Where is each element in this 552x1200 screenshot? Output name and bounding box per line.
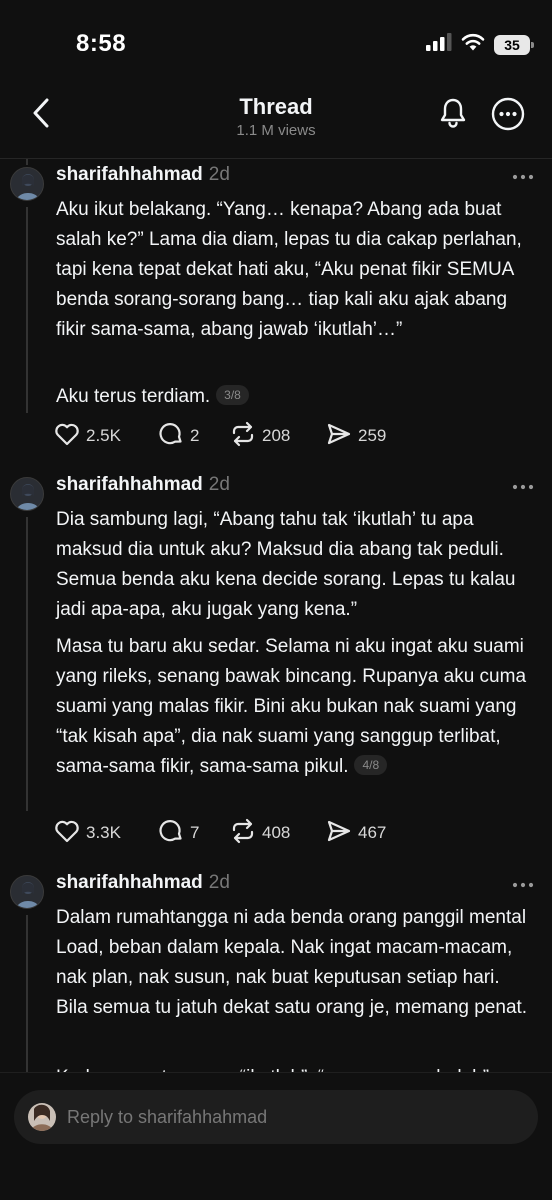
more-circle-icon [491,97,525,136]
more-dots-icon [512,882,534,888]
thread-options-button[interactable] [490,97,526,136]
share-count: 467 [358,823,387,842]
wifi-icon [461,33,485,56]
post-actions: 2.5K 2 208 259 [54,421,494,451]
like-button[interactable]: 2.5K [54,421,121,451]
post-text: Aku ikut belakang. “Yang… kenapa? Abang … [56,199,522,340]
post-author[interactable]: sharifahhahmad 2d [56,164,230,186]
status-icons: 35 [426,33,534,56]
thread-post: sharifahhahmad 2d Dalam rumahtangga ni ad… [0,867,552,1072]
reply-count: 2 [190,426,200,445]
reply-button[interactable]: 7 [158,818,199,848]
comment-icon [158,818,184,849]
avatar[interactable] [10,477,44,511]
thread-post: sharifahhahmad 2d Dia sambung lagi, “Aban… [0,469,552,867]
username[interactable]: sharifahhahmad [56,164,203,185]
share-count: 259 [358,426,387,445]
thread-feed[interactable]: sharifahhahmad 2d Aku ikut belakang. “Yan… [0,159,552,1072]
cellular-signal-icon [426,33,452,56]
status-bar: 8:58 35 [0,0,552,84]
avatar[interactable] [10,875,44,909]
thread-post: sharifahhahmad 2d Aku ikut belakang. “Yan… [0,159,552,469]
send-icon [326,422,352,451]
battery-icon: 35 [494,34,534,55]
post-text-last: Masa tu baru aku sedar. Selama ni aku in… [56,632,536,782]
thread-connector-line [26,207,28,413]
reply-bar: Reply to sharifahhahmad [0,1072,552,1200]
like-count: 3.3K [86,823,121,842]
heart-icon [54,819,80,848]
like-count: 2.5K [86,426,121,445]
repost-icon [230,818,256,849]
comment-icon [158,421,184,452]
post-text: Masa tu baru aku sedar. Selama ni aku in… [56,636,527,777]
bell-icon [438,97,468,134]
reply-placeholder: Reply to sharifahhahmad [67,1106,268,1127]
send-icon [326,819,352,848]
heart-icon [54,422,80,451]
thread-connector-line [26,159,28,165]
post-time: 2d [208,872,230,893]
repost-count: 208 [262,426,291,445]
thread-connector-line [26,517,28,811]
more-dots-icon [512,174,534,180]
post-author[interactable]: sharifahhahmad 2d [56,872,230,894]
share-button[interactable]: 467 [326,818,386,848]
battery-level: 35 [504,36,520,53]
reply-button[interactable]: 2 [158,421,199,451]
page-badge: 3/8 [216,385,249,405]
notifications-button[interactable] [436,98,470,132]
repost-button[interactable]: 208 [230,421,290,451]
post-options-button[interactable] [508,167,538,187]
username[interactable]: sharifahhahmad [56,474,203,495]
page-badge: 4/8 [354,755,388,775]
post-time: 2d [208,474,230,495]
post-text: Dia sambung lagi, “Abang tahu tak ‘ikutl… [56,509,516,620]
post-time: 2d [208,164,230,185]
repost-icon [230,421,256,452]
like-button[interactable]: 3.3K [54,818,121,848]
more-dots-icon [512,484,534,490]
post-text-last: Aku terus terdiam. 3/8 [56,382,536,412]
post-text: Dalam rumahtangga ni ada benda orang pan… [56,907,528,1018]
status-time: 8:58 [76,30,127,57]
repost-count: 408 [262,823,291,842]
reply-count: 7 [190,823,200,842]
thread-connector-line [26,915,28,1072]
thread-header: Thread 1.1 M views [0,84,552,158]
repost-button[interactable]: 408 [230,818,290,848]
post-options-button[interactable] [508,477,538,497]
post-author[interactable]: sharifahhahmad 2d [56,474,230,496]
post-options-button[interactable] [508,875,538,895]
post-text: Aku terus terdiam. [56,386,211,407]
current-user-avatar [28,1103,56,1131]
share-button[interactable]: 259 [326,421,386,451]
avatar[interactable] [10,167,44,201]
post-actions: 3.3K 7 408 467 [54,818,494,848]
username[interactable]: sharifahhahmad [56,872,203,893]
post-text: Kadang awat macam “ikutlah”, “apa-apa pu… [56,1063,536,1072]
reply-input[interactable]: Reply to sharifahhahmad [14,1090,538,1144]
